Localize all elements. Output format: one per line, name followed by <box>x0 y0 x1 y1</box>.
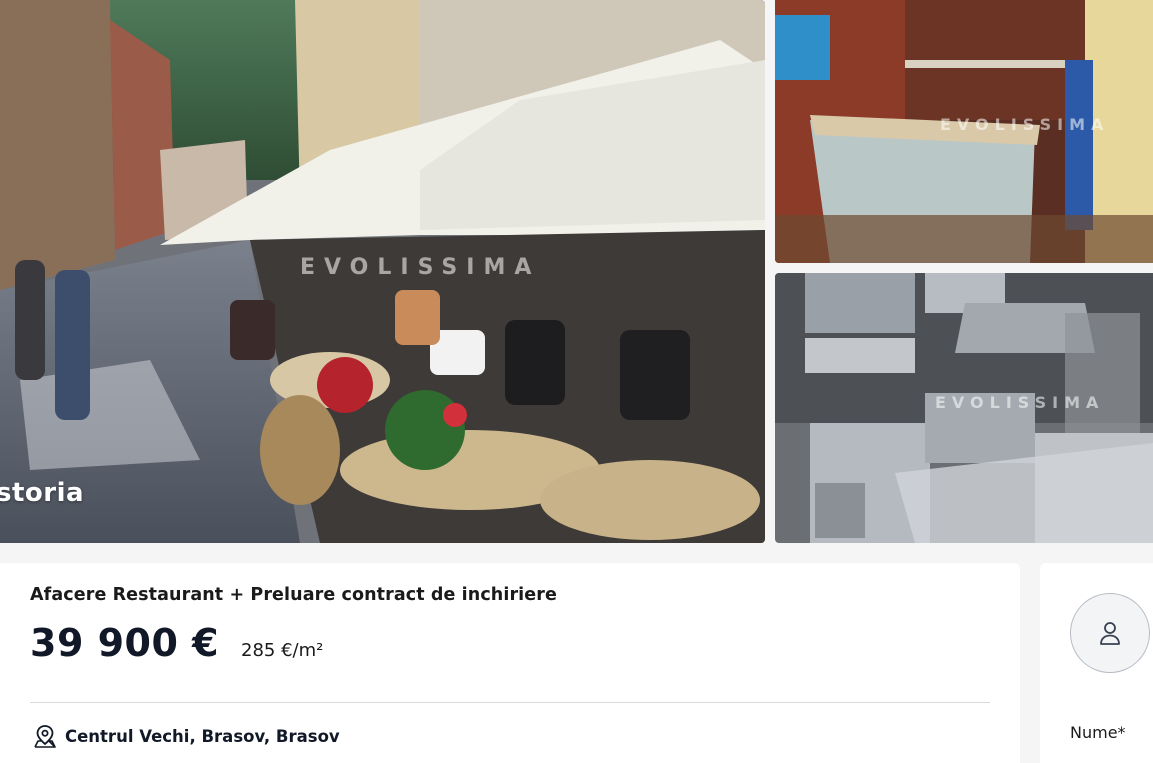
contact-card: Nume* <box>1040 563 1153 763</box>
main-photo[interactable]: storia EVOLISSIMA <box>0 0 765 543</box>
map-pin-icon <box>34 725 56 748</box>
storia-logo: storia <box>0 478 85 508</box>
user-icon <box>1100 622 1120 645</box>
avatar <box>1070 593 1150 673</box>
listing-title: Afacere Restaurant + Preluare contract d… <box>30 585 557 605</box>
photo-gallery: storia EVOLISSIMA EVOLISSIMA EVOLISSIMA <box>0 0 1153 543</box>
bar-photo[interactable]: EVOLISSIMA <box>775 0 1153 263</box>
name-field-label: Nume* <box>1070 723 1126 742</box>
kitchen-photo[interactable]: EVOLISSIMA <box>775 273 1153 543</box>
watermark-main: EVOLISSIMA <box>300 255 541 280</box>
listing-card: Afacere Restaurant + Preluare contract d… <box>0 563 1020 763</box>
price-per-sqm: 285 €/m² <box>241 640 324 661</box>
location-text: Centrul Vechi, Brasov, Brasov <box>65 726 340 746</box>
divider <box>30 702 990 703</box>
watermark-bar: EVOLISSIMA <box>940 115 1110 134</box>
listing-price: 39 900 € <box>30 621 220 665</box>
location-row[interactable]: Centrul Vechi, Brasov, Brasov <box>32 723 340 749</box>
watermark-kitchen: EVOLISSIMA <box>935 393 1105 412</box>
